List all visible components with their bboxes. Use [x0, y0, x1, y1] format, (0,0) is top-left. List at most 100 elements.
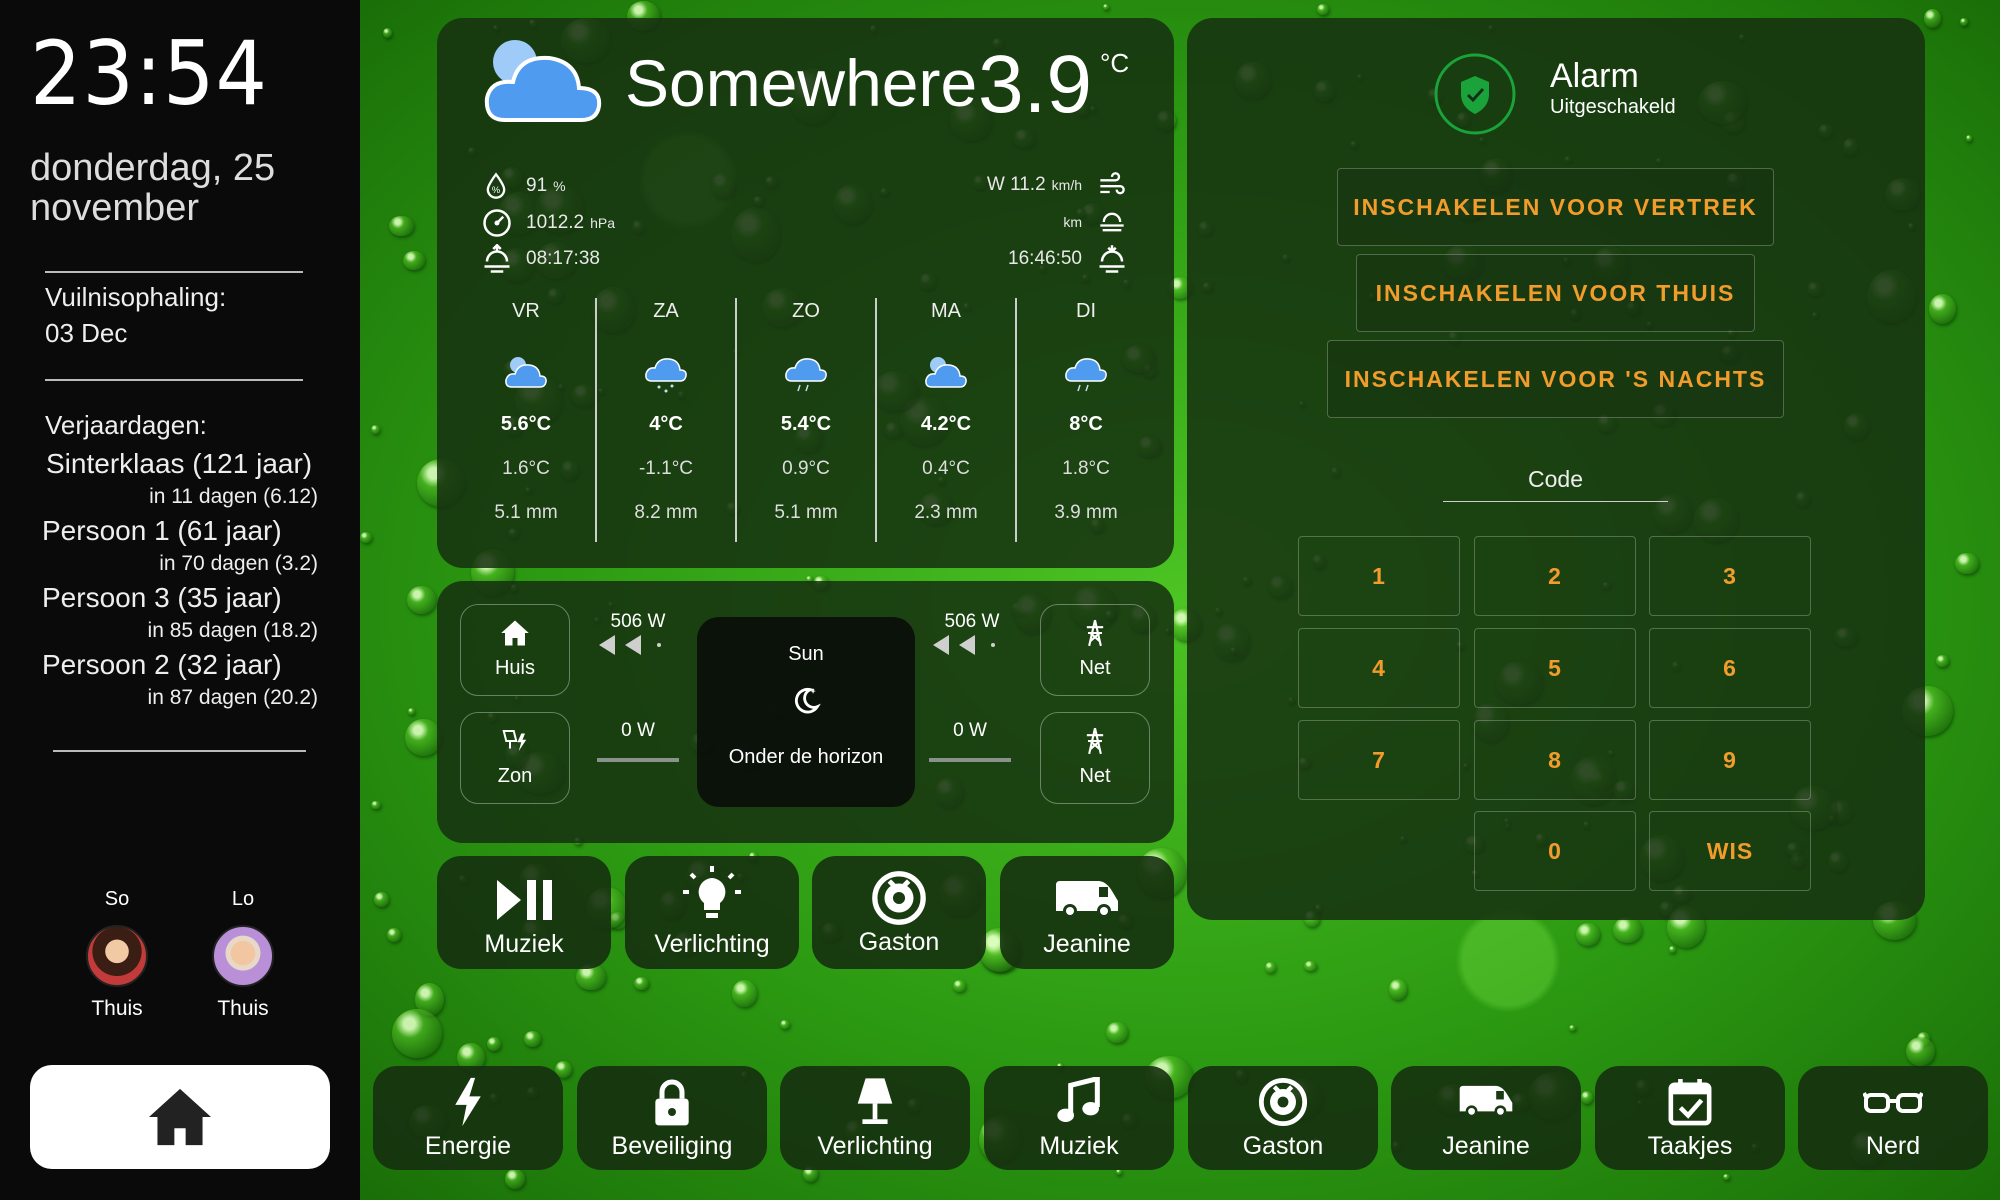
water-droplet	[371, 424, 380, 435]
energy-solar-node[interactable]: Zon	[460, 712, 570, 804]
forecast-day: DI 8°C 1.8°C 3.9 mm	[1016, 300, 1156, 524]
svg-text:%: %	[492, 185, 500, 195]
forecast-low: 1.8°C	[1062, 458, 1110, 479]
keypad-clear-button[interactable]: WIS	[1649, 811, 1811, 891]
water-droplet	[1388, 978, 1408, 1000]
sun-status[interactable]: Sun Onder de horizon	[697, 617, 915, 807]
wind-icon	[1100, 172, 1125, 195]
keypad-key-5[interactable]: 5	[1474, 628, 1636, 708]
flow-value: 0 W	[621, 720, 655, 741]
nav-muziek[interactable]: Muziek	[984, 1066, 1174, 1170]
clock: 23:54	[30, 22, 268, 125]
divider	[45, 379, 303, 381]
birthday-name: Persoon 2 (32 jaar)	[42, 649, 282, 680]
arm-night-button[interactable]: INSCHAKELEN VOOR 'S NACHTS	[1327, 340, 1784, 418]
moon-stars-icon	[794, 687, 821, 714]
weather-temperature: 3.9	[978, 39, 1092, 130]
sunrise-icon	[484, 244, 510, 273]
water-droplet	[732, 980, 757, 1008]
forecast-day-name: ZO	[792, 300, 820, 322]
calendar-check-icon	[1668, 1079, 1712, 1126]
water-droplet	[1935, 654, 1950, 667]
keypad-key-2[interactable]: 2	[1474, 536, 1636, 616]
flow-left-top: 506 W	[588, 611, 688, 663]
pressure-value: 1012.2	[526, 212, 585, 233]
forecast-rain: 8.2 mm	[634, 502, 698, 523]
wind-unit: km/h	[1051, 177, 1082, 193]
nav-gaston[interactable]: Gaston	[1188, 1066, 1378, 1170]
water-droplet	[1265, 961, 1276, 973]
nav-energie[interactable]: Energie	[373, 1066, 563, 1170]
arm-away-button[interactable]: INSCHAKELEN VOOR VERTREK	[1337, 168, 1774, 246]
energy-grid-label: Net	[1079, 765, 1111, 787]
person-so[interactable]: So Thuis	[67, 888, 167, 1021]
tile-music[interactable]: Muziek	[437, 856, 611, 969]
water-droplet	[633, 977, 649, 991]
visibility-row: km	[1057, 208, 1128, 236]
sunrise-time: 08:17:38	[526, 248, 600, 269]
nav-label: Verlichting	[817, 1132, 933, 1160]
forecast-high: 5.6°C	[500, 413, 552, 435]
forecast-low: 0.4°C	[922, 458, 970, 479]
birthday-when: in 70 dagen (3.2)	[159, 552, 318, 575]
weather-unit: °C	[1100, 48, 1130, 78]
pressure-unit: hPa	[590, 215, 616, 231]
keypad-key-1[interactable]: 1	[1298, 536, 1460, 616]
flow-arrows-icon	[599, 635, 661, 655]
energy-home-node[interactable]: Huis	[460, 604, 570, 696]
water-droplet	[407, 708, 415, 716]
water-droplet	[1105, 1021, 1128, 1043]
cloudy-icon	[505, 357, 547, 388]
water-droplet	[406, 586, 436, 614]
water-droplet	[487, 1037, 501, 1051]
tile-lighting[interactable]: Verlichting	[625, 856, 799, 969]
shield-check-icon[interactable]	[1433, 52, 1517, 136]
water-droplet	[524, 1031, 541, 1047]
nav-jeanine[interactable]: Jeanine	[1391, 1066, 1581, 1170]
person-name: Lo	[231, 888, 255, 910]
energy-grid-node[interactable]: Net	[1040, 712, 1150, 804]
rain-icon	[1065, 358, 1107, 392]
keypad-key-7[interactable]: 7	[1298, 720, 1460, 800]
solar-power-icon	[502, 730, 527, 751]
nav-beveiliging[interactable]: Beveiliging	[577, 1066, 767, 1170]
humidity-value: 91	[526, 175, 548, 196]
flow-line	[929, 758, 1011, 762]
keypad-key-4[interactable]: 4	[1298, 628, 1460, 708]
fog-icon	[1100, 212, 1124, 232]
alarm-title: Alarm	[1550, 57, 1639, 95]
wind-value: W 11.2	[986, 174, 1046, 195]
sunrise-row: 08:17:38	[482, 244, 600, 274]
forecast-high: 4°C	[649, 413, 683, 435]
keypad-key-3[interactable]: 3	[1649, 536, 1811, 616]
nav-label: Jeanine	[1442, 1132, 1530, 1160]
rain-icon	[785, 358, 827, 392]
forecast-rain: 2.3 mm	[914, 502, 978, 523]
tile-label: Gaston	[858, 928, 940, 956]
tile-gaston[interactable]: Gaston	[812, 856, 986, 969]
keypad-key-6[interactable]: 6	[1649, 628, 1811, 708]
tile-jeanine[interactable]: Jeanine	[1000, 856, 1174, 969]
keypad-key-9[interactable]: 9	[1649, 720, 1811, 800]
birthday-name: Persoon 3 (35 jaar)	[42, 582, 282, 613]
snowy-rain-icon	[645, 358, 687, 393]
water-droplet	[1317, 4, 1330, 16]
transmission-tower-icon	[1086, 727, 1104, 755]
water-droplet	[1723, 1173, 1731, 1180]
nav-label: Muziek	[1039, 1132, 1119, 1160]
energy-grid-node[interactable]: Net	[1040, 604, 1150, 696]
keypad-key-8[interactable]: 8	[1474, 720, 1636, 800]
nav-nerd[interactable]: Nerd	[1798, 1066, 1988, 1170]
flow-right-bottom: 0 W	[920, 720, 1020, 762]
keypad-key-0[interactable]: 0	[1474, 811, 1636, 891]
code-input[interactable]: Code	[1443, 466, 1668, 502]
lightning-icon	[455, 1077, 481, 1127]
divider	[45, 271, 303, 273]
nav-taakjes[interactable]: Taakjes	[1595, 1066, 1785, 1170]
forecast-day-name: VR	[512, 300, 540, 322]
water-droplet	[1303, 960, 1317, 972]
nav-verlichting[interactable]: Verlichting	[780, 1066, 970, 1170]
person-lo[interactable]: Lo Thuis	[193, 888, 293, 1021]
home-button[interactable]	[30, 1065, 330, 1169]
arm-home-button[interactable]: INSCHAKELEN VOOR THUIS	[1356, 254, 1755, 332]
